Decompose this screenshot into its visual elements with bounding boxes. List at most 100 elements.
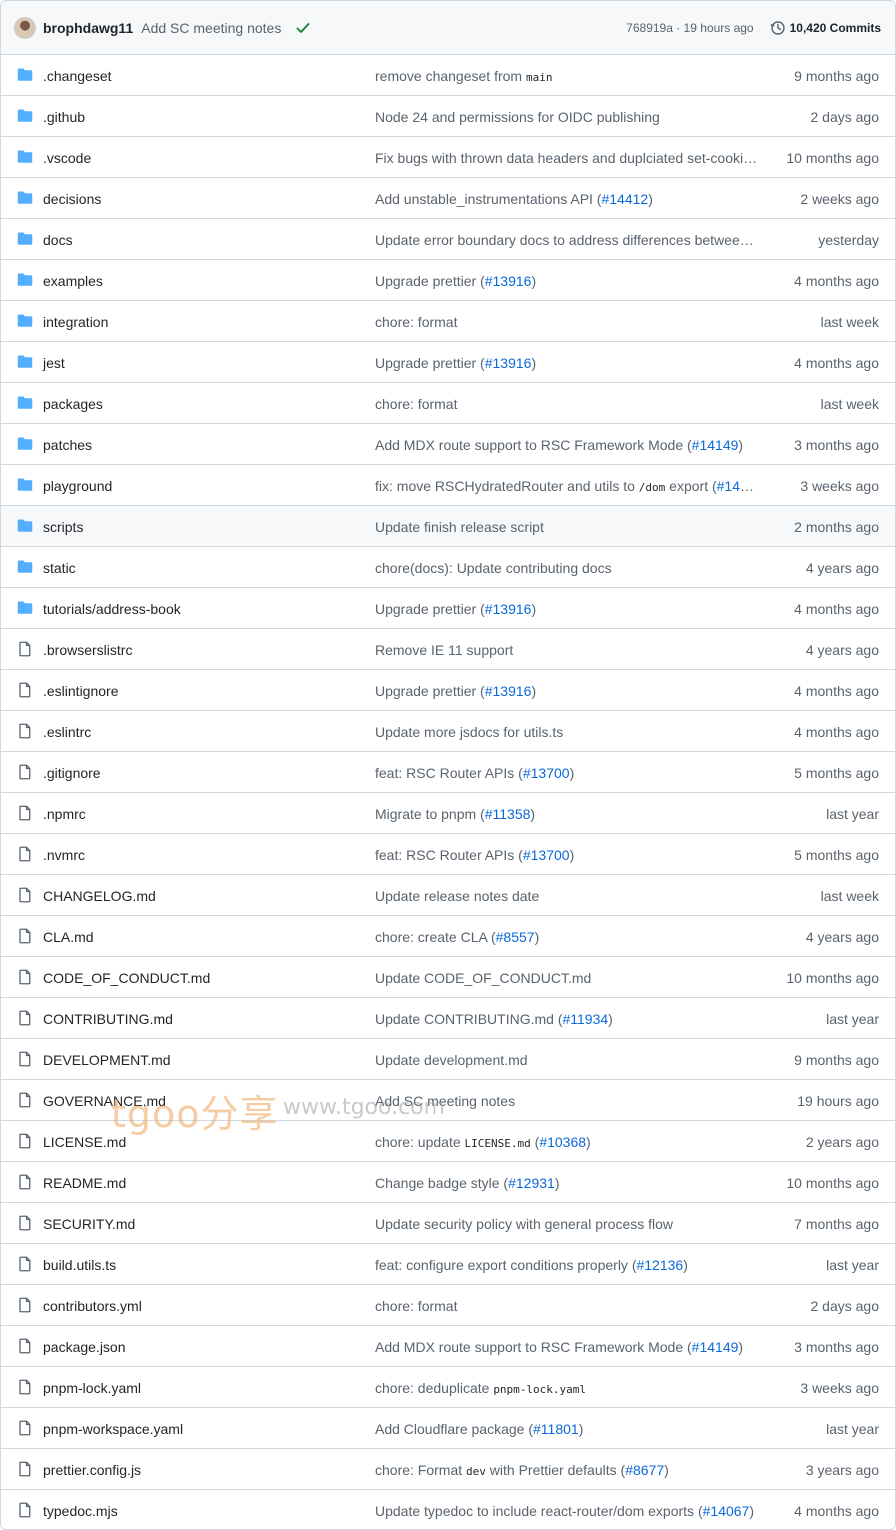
commit-message-link[interactable]: Upgrade prettier (#13916)	[375, 272, 760, 290]
file-name-link[interactable]: tutorials/address-book	[43, 600, 181, 618]
commit-message-link[interactable]: fix: move RSCHydratedRouter and utils to…	[375, 477, 760, 497]
file-row[interactable]: prettier.config.js chore: Format dev with…	[1, 1449, 895, 1490]
file-row[interactable]: .eslintrc Update more jsdocs for utils.ts…	[1, 711, 895, 752]
commit-message-link[interactable]: feat: RSC Router APIs (#13700)	[375, 764, 760, 782]
commit-message-link[interactable]: Update security policy with general proc…	[375, 1215, 760, 1233]
commit-message-link[interactable]: chore: format	[375, 313, 760, 331]
file-row[interactable]: CONTRIBUTING.md Update CONTRIBUTING.md (#…	[1, 998, 895, 1039]
file-row[interactable]: .nvmrc feat: RSC Router APIs (#13700) 5 mo…	[1, 834, 895, 875]
file-row[interactable]: scripts Update finish release script 2 mon…	[1, 506, 895, 547]
file-name-link[interactable]: prettier.config.js	[43, 1461, 141, 1479]
commit-message-link[interactable]: chore(docs): Update contributing docs	[375, 559, 760, 577]
file-row[interactable]: CODE_OF_CONDUCT.md Update CODE_OF_CONDUCT…	[1, 957, 895, 998]
file-name-link[interactable]: patches	[43, 436, 92, 454]
file-row[interactable]: GOVERNANCE.md Add SC meeting notes 19 hour…	[1, 1080, 895, 1121]
file-name-link[interactable]: CLA.md	[43, 928, 94, 946]
commit-message-link[interactable]: Upgrade prettier (#13916)	[375, 600, 760, 618]
file-name-link[interactable]: package.json	[43, 1338, 126, 1356]
file-row[interactable]: docs Update error boundary docs to addres…	[1, 219, 895, 260]
commit-message-link[interactable]: Upgrade prettier (#13916)	[375, 682, 760, 700]
pr-link[interactable]: #13700	[523, 847, 570, 863]
file-row[interactable]: DEVELOPMENT.md Update development.md 9 mon…	[1, 1039, 895, 1080]
commit-message-link[interactable]: Add Cloudflare package (#11801)	[375, 1420, 760, 1438]
commit-message-link[interactable]: remove changeset from main	[375, 67, 760, 87]
file-row[interactable]: .browserslistrc Remove IE 11 support 4 yea…	[1, 629, 895, 670]
file-name-link[interactable]: SECURITY.md	[43, 1215, 135, 1233]
file-row[interactable]: README.md Change badge style (#12931) 10 m…	[1, 1162, 895, 1203]
file-row[interactable]: .github Node 24 and permissions for OIDC …	[1, 96, 895, 137]
file-name-link[interactable]: DEVELOPMENT.md	[43, 1051, 171, 1069]
pr-link[interactable]: #10368	[539, 1134, 586, 1150]
file-row[interactable]: typedoc.mjs Update typedoc to include rea…	[1, 1490, 895, 1529]
pr-link[interactable]: #14457	[717, 478, 760, 494]
file-row[interactable]: .gitignore feat: RSC Router APIs (#13700)…	[1, 752, 895, 793]
file-name-link[interactable]: .eslintignore	[43, 682, 119, 700]
file-name-link[interactable]: GOVERNANCE.md	[43, 1092, 166, 1110]
commit-message-link[interactable]: Node 24 and permissions for OIDC publish…	[375, 108, 760, 126]
file-row[interactable]: contributors.yml chore: format 2 days ago	[1, 1285, 895, 1326]
file-name-link[interactable]: .github	[43, 108, 85, 126]
pr-link[interactable]: #12931	[508, 1175, 555, 1191]
file-name-link[interactable]: typedoc.mjs	[43, 1502, 118, 1520]
file-row[interactable]: playground fix: move RSCHydratedRouter an…	[1, 465, 895, 506]
commit-message-link[interactable]: Remove IE 11 support	[375, 641, 760, 659]
file-row[interactable]: build.utils.ts feat: configure export con…	[1, 1244, 895, 1285]
file-name-link[interactable]: .eslintrc	[43, 723, 91, 741]
file-row[interactable]: CHANGELOG.md Update release notes date las…	[1, 875, 895, 916]
commit-message-link[interactable]: Update finish release script	[375, 518, 760, 536]
pr-link[interactable]: #13916	[485, 355, 532, 371]
commit-message-link[interactable]: chore: format	[375, 395, 760, 413]
file-name-link[interactable]: pnpm-workspace.yaml	[43, 1420, 183, 1438]
pr-link[interactable]: #14149	[692, 1339, 739, 1355]
file-name-link[interactable]: contributors.yml	[43, 1297, 142, 1315]
commit-message-link[interactable]: Add unstable_instrumentations API (#1441…	[375, 190, 760, 208]
file-name-link[interactable]: integration	[43, 313, 108, 331]
file-name-link[interactable]: packages	[43, 395, 103, 413]
file-name-link[interactable]: LICENSE.md	[43, 1133, 126, 1151]
file-name-link[interactable]: .npmrc	[43, 805, 86, 823]
pr-link[interactable]: #14067	[703, 1503, 750, 1519]
file-row[interactable]: SECURITY.md Update security policy with g…	[1, 1203, 895, 1244]
pr-link[interactable]: #13916	[485, 683, 532, 699]
file-row[interactable]: .changeset remove changeset from main 9 mo…	[1, 55, 895, 96]
commit-message-link[interactable]: Change badge style (#12931)	[375, 1174, 760, 1192]
pr-link[interactable]: #13916	[485, 601, 532, 617]
file-name-link[interactable]: CODE_OF_CONDUCT.md	[43, 969, 210, 987]
pr-link[interactable]: #13916	[485, 273, 532, 289]
file-row[interactable]: .vscode Fix bugs with thrown data headers…	[1, 137, 895, 178]
file-name-link[interactable]: .changeset	[43, 67, 112, 85]
commit-message-link[interactable]: chore: Format dev with Prettier defaults…	[375, 1461, 760, 1481]
file-name-link[interactable]: README.md	[43, 1174, 126, 1192]
commit-message-link[interactable]: Update development.md	[375, 1051, 760, 1069]
file-name-link[interactable]: examples	[43, 272, 103, 290]
commit-message-link[interactable]: Add MDX route support to RSC Framework M…	[375, 1338, 760, 1356]
file-row[interactable]: LICENSE.md chore: update LICENSE.md (#103…	[1, 1121, 895, 1162]
file-row[interactable]: .npmrc Migrate to pnpm (#11358) last year	[1, 793, 895, 834]
file-name-link[interactable]: playground	[43, 477, 112, 495]
commit-message-link[interactable]: Update more jsdocs for utils.ts	[375, 723, 760, 741]
commit-message-link[interactable]: Update CONTRIBUTING.md (#11934)	[375, 1010, 760, 1028]
check-icon[interactable]	[295, 20, 311, 36]
pr-link[interactable]: #8677	[625, 1462, 664, 1478]
commit-message-link[interactable]: chore: create CLA (#8557)	[375, 928, 760, 946]
file-name-link[interactable]: build.utils.ts	[43, 1256, 116, 1274]
file-name-link[interactable]: CONTRIBUTING.md	[43, 1010, 173, 1028]
file-name-link[interactable]: pnpm-lock.yaml	[43, 1379, 141, 1397]
pr-link[interactable]: #11934	[562, 1011, 608, 1027]
commit-message-link[interactable]: chore: update LICENSE.md (#10368)	[375, 1133, 760, 1153]
pr-link[interactable]: #8557	[496, 929, 535, 945]
commit-message-link[interactable]: Update error boundary docs to address di…	[375, 231, 760, 249]
pr-link[interactable]: #14149	[692, 437, 739, 453]
file-row[interactable]: packages chore: format last week	[1, 383, 895, 424]
file-row[interactable]: CLA.md chore: create CLA (#8557) 4 years a…	[1, 916, 895, 957]
file-name-link[interactable]: jest	[43, 354, 65, 372]
commit-message-link[interactable]: Fix bugs with thrown data headers and du…	[375, 149, 760, 167]
file-name-link[interactable]: static	[43, 559, 76, 577]
file-row[interactable]: tutorials/address-book Upgrade prettier (…	[1, 588, 895, 629]
commit-message-link[interactable]: Update typedoc to include react-router/d…	[375, 1502, 760, 1520]
commit-history-link[interactable]: 10,420 Commits	[770, 20, 881, 36]
author-avatar[interactable]	[14, 16, 36, 39]
commit-message-link[interactable]: chore: format	[375, 1297, 760, 1315]
file-row[interactable]: decisions Add unstable_instrumentations A…	[1, 178, 895, 219]
commit-message-link[interactable]: Add SC meeting notes	[375, 1092, 760, 1110]
